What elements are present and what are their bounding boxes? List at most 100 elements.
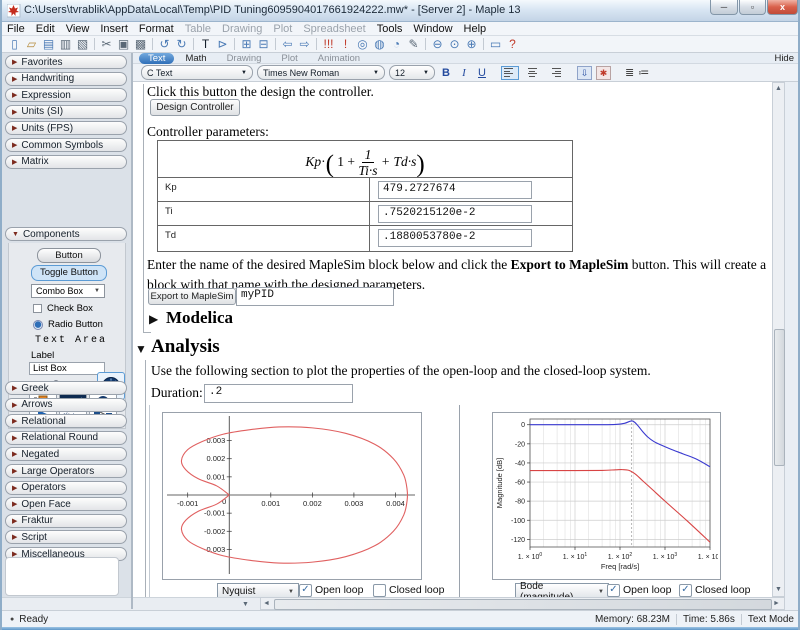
align-left-button[interactable] xyxy=(501,66,519,80)
menu-help[interactable]: Help xyxy=(464,23,487,35)
menu-spreadsheet[interactable]: Spreadsheet xyxy=(303,23,365,35)
component-toggle-button[interactable]: Toggle Button xyxy=(31,265,107,281)
scroll-left-arrow[interactable]: ◄ xyxy=(263,600,270,607)
horizontal-scroll-thumb[interactable] xyxy=(274,599,772,610)
title-bar[interactable]: C:\Users\tvrablik\AppData\Local\Temp\PID… xyxy=(2,0,800,22)
print-icon[interactable]: ▥ xyxy=(57,37,74,52)
nyquist-plot[interactable]: -0.0010.0010.0020.0030.004-0.003-0.002-0… xyxy=(162,412,422,580)
menu-file[interactable]: File xyxy=(7,23,25,35)
bold-button[interactable]: B xyxy=(439,67,453,79)
execute-icon[interactable]: ! xyxy=(337,37,354,52)
menu-tools[interactable]: Tools xyxy=(377,23,403,35)
menu-drawing[interactable]: Drawing xyxy=(222,23,262,35)
palette-scroll-down-icon[interactable]: ▼ xyxy=(242,601,249,608)
font-size-combo[interactable]: 12▼ xyxy=(389,65,435,80)
td-field[interactable]: .1880053780e-2 xyxy=(378,229,532,247)
new-document-icon[interactable]: ▯ xyxy=(6,37,23,52)
worksheet-document[interactable]: Click this button the design the control… xyxy=(133,82,772,597)
menu-edit[interactable]: Edit xyxy=(36,23,55,35)
bullet-list-button[interactable]: ≣ xyxy=(625,66,634,79)
copy-icon[interactable]: ▣ xyxy=(115,37,132,52)
markers-icon[interactable]: ✱ xyxy=(596,66,611,80)
palette-large-operators[interactable]: ▶Large Operators xyxy=(5,464,127,478)
right-open-loop-checkbox[interactable]: ✓ xyxy=(607,584,620,597)
back-icon[interactable]: ⇦ xyxy=(279,37,296,52)
palette-arrows[interactable]: ▶Arrows xyxy=(5,398,127,412)
save-icon[interactable]: ▤ xyxy=(40,37,57,52)
scroll-up-arrow[interactable]: ▲ xyxy=(773,85,784,92)
tab-drawing[interactable]: Drawing xyxy=(218,53,271,64)
scroll-right-arrow[interactable]: ► xyxy=(773,600,780,607)
status-mode[interactable]: Text Mode xyxy=(748,614,794,625)
draw-icon[interactable]: ✎ xyxy=(405,37,422,52)
palette-units-si-[interactable]: ▶Units (SI) xyxy=(5,105,127,119)
numbered-list-button[interactable]: ≔ xyxy=(638,66,649,79)
component-label[interactable]: Label xyxy=(31,350,54,361)
palette-open-face[interactable]: ▶Open Face xyxy=(5,497,127,511)
menu-view[interactable]: View xyxy=(66,23,90,35)
forward-icon[interactable]: ⇨ xyxy=(296,37,313,52)
palette-negated[interactable]: ▶Negated xyxy=(5,447,127,461)
component-check-box[interactable] xyxy=(33,304,42,313)
underline-button[interactable]: U xyxy=(475,67,489,79)
minimize-button[interactable]: ─ xyxy=(710,0,738,15)
palette-matrix[interactable]: ▶Matrix xyxy=(5,155,127,169)
font-family-combo[interactable]: Times New Roman▼ xyxy=(257,65,385,80)
palette-expression[interactable]: ▶Expression xyxy=(5,88,127,102)
palette-favorites[interactable]: ▶Favorites xyxy=(5,55,127,69)
component-list-box[interactable]: List Box xyxy=(29,362,105,375)
palette-relational-round[interactable]: ▶Relational Round xyxy=(5,431,127,445)
component-radio-button[interactable] xyxy=(33,320,43,330)
interrupt-icon[interactable]: ◎ xyxy=(354,37,371,52)
menu-window[interactable]: Window xyxy=(413,23,452,35)
horizontal-scrollbar[interactable]: ◄ ► xyxy=(260,597,785,610)
redo-icon[interactable]: ↻ xyxy=(173,37,190,52)
component-button[interactable]: Button xyxy=(37,248,101,263)
menu-insert[interactable]: Insert xyxy=(100,23,128,35)
right-closed-loop-checkbox[interactable]: ✓ xyxy=(679,584,692,597)
section-collapsed-icon[interactable]: ▶ xyxy=(149,312,158,327)
right-plot-type-combo[interactable]: Bode (magnitude)▼ xyxy=(515,583,609,597)
palette-operators[interactable]: ▶Operators xyxy=(5,481,127,495)
vertical-scrollbar[interactable]: ▲ ▼ xyxy=(772,82,785,597)
bode-plot[interactable]: 0-20-40-60-80-100-1201. × 1001. × 1011. … xyxy=(492,412,721,580)
palette-relational[interactable]: ▶Relational xyxy=(5,414,127,428)
scroll-down-arrow[interactable]: ▼ xyxy=(773,586,784,593)
tab-plot[interactable]: Plot xyxy=(272,53,306,64)
zoom-100-icon[interactable]: ⊙ xyxy=(446,37,463,52)
remove-section-icon[interactable]: ⊟ xyxy=(255,37,272,52)
paragraph-style-combo[interactable]: C Text▼ xyxy=(141,65,253,80)
left-plot-type-combo[interactable]: Nyquist▼ xyxy=(217,583,299,597)
menu-format[interactable]: Format xyxy=(139,23,174,35)
palette-units-fps-[interactable]: ▶Units (FPS) xyxy=(5,121,127,135)
align-center-button[interactable] xyxy=(523,66,541,80)
tab-text[interactable]: Text xyxy=(139,53,174,64)
debug-icon[interactable]: ◍ xyxy=(371,37,388,52)
tab-icon[interactable]: ▭ xyxy=(487,37,504,52)
maximize-button[interactable]: ▫ xyxy=(739,0,766,15)
palette-fraktur[interactable]: ▶Fraktur xyxy=(5,514,127,528)
tab-math[interactable]: Math xyxy=(176,53,215,64)
vertical-scroll-thumb[interactable] xyxy=(774,329,785,466)
zoom-out-icon[interactable]: ⊖ xyxy=(429,37,446,52)
palette-script[interactable]: ▶Script xyxy=(5,530,127,544)
component-text-area[interactable]: Text Area xyxy=(35,335,107,346)
cut-icon[interactable]: ✂ xyxy=(98,37,115,52)
help-icon[interactable]: ? xyxy=(504,37,521,52)
align-right-button[interactable] xyxy=(545,66,563,80)
close-button[interactable]: x xyxy=(767,0,798,15)
duration-field[interactable]: .2 xyxy=(204,384,353,403)
hide-toolbar-button[interactable]: Hide xyxy=(774,53,794,64)
component-combo-box[interactable]: Combo Box▼ xyxy=(31,284,105,298)
menu-table[interactable]: Table xyxy=(185,23,211,35)
italic-button[interactable]: I xyxy=(457,67,471,79)
left-open-loop-checkbox[interactable]: ✓ xyxy=(299,584,312,597)
zoom-in-icon[interactable]: ⊕ xyxy=(463,37,480,52)
export-maplesim-button[interactable]: Export to MapleSim xyxy=(148,288,236,305)
insert-text-icon[interactable]: T xyxy=(197,37,214,52)
left-closed-loop-checkbox[interactable] xyxy=(373,584,386,597)
tab-animation[interactable]: Animation xyxy=(309,53,369,64)
section-expanded-icon[interactable]: ▼ xyxy=(135,342,147,357)
undo-icon[interactable]: ↺ xyxy=(156,37,173,52)
palette-handwriting[interactable]: ▶Handwriting xyxy=(5,72,127,86)
